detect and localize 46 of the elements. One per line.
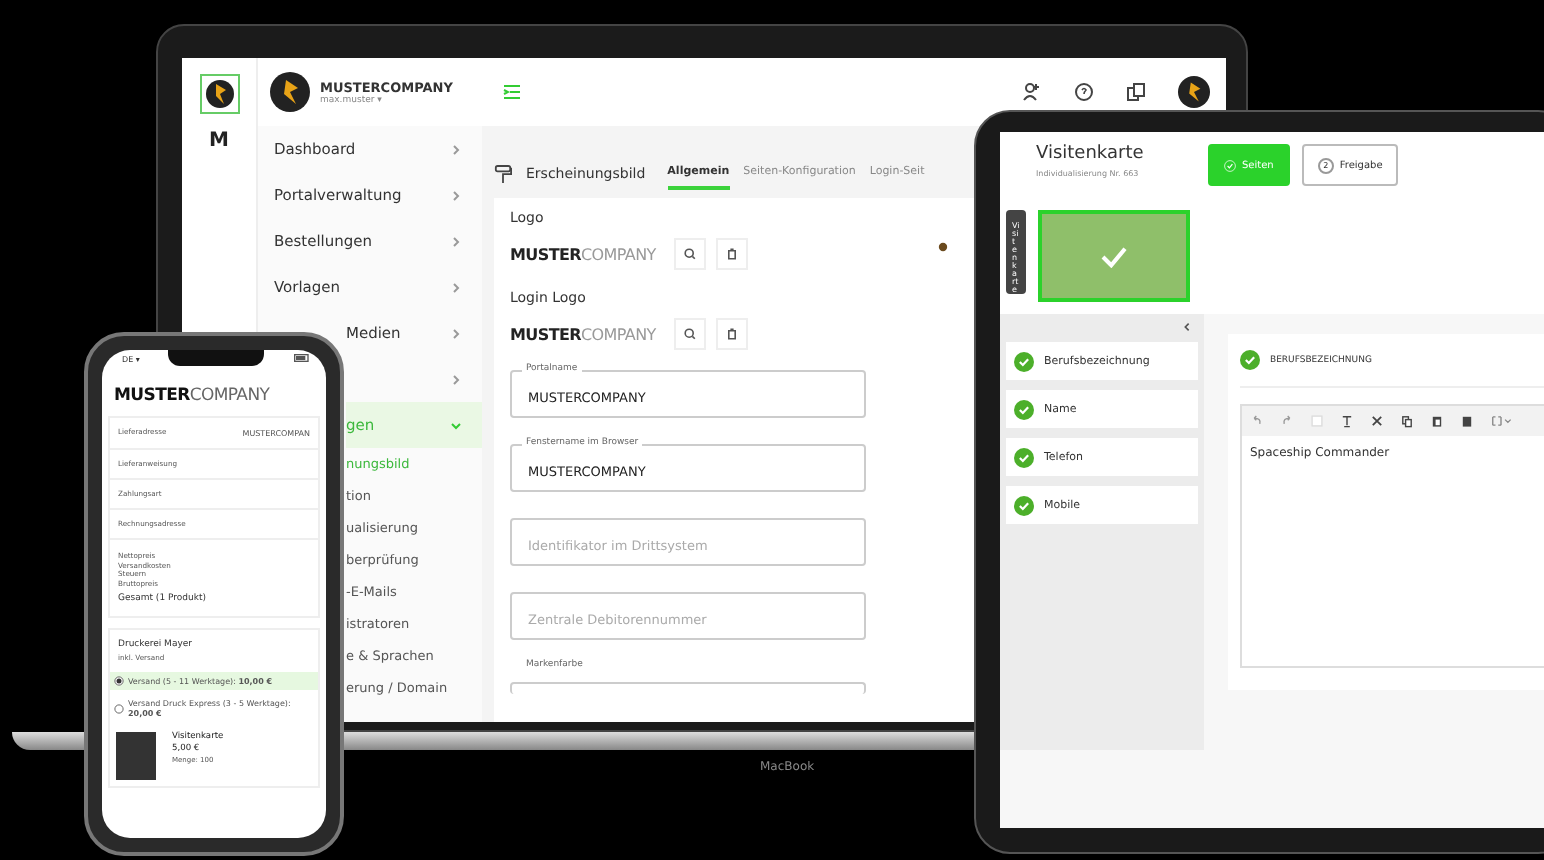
- placeholder-dropdown-icon[interactable]: [1490, 414, 1512, 428]
- brand-logo: M: [209, 130, 229, 152]
- color-swatch-icon[interactable]: [1310, 414, 1324, 428]
- chevron-icon: [450, 419, 462, 431]
- battery-icon: [293, 354, 310, 362]
- collapse-icon[interactable]: [1182, 322, 1192, 332]
- clear-format-icon[interactable]: [1340, 414, 1354, 428]
- radio-button[interactable]: [114, 676, 124, 686]
- chevron-icon: [450, 373, 462, 385]
- card-preview-thumbnail[interactable]: [1038, 210, 1190, 302]
- avatar-icon[interactable]: [270, 72, 310, 112]
- phone-notch: [168, 350, 265, 366]
- chevron-icon: [450, 281, 462, 293]
- chevron-icon: [450, 235, 462, 247]
- radio-button[interactable]: [114, 703, 124, 713]
- company-logo: MUSTERCOMPANY: [510, 245, 656, 263]
- cut-icon[interactable]: [1370, 414, 1384, 428]
- search-icon: [681, 326, 698, 342]
- chevron-icon: [450, 327, 462, 339]
- logo-thumbnail-icon: [937, 241, 948, 251]
- checkmark-icon: [1100, 245, 1128, 267]
- chevron-icon: [450, 143, 462, 155]
- avatar-icon[interactable]: [1178, 76, 1210, 108]
- menu-toggle-icon[interactable]: [502, 82, 522, 102]
- photo-placeholder: [116, 732, 156, 780]
- paste-text-icon[interactable]: [1460, 414, 1474, 428]
- avatar-icon[interactable]: [199, 74, 239, 114]
- copy-icon[interactable]: [1400, 414, 1414, 428]
- delete-button[interactable]: [715, 238, 748, 270]
- company-logo: MUSTERCOMPANY: [510, 325, 656, 343]
- paint-roller-icon: [494, 163, 512, 185]
- trash-icon: [723, 246, 740, 262]
- chevron-icon: [450, 189, 462, 201]
- trash-icon: [723, 326, 740, 342]
- text-field[interactable]: [510, 681, 866, 693]
- search-button[interactable]: [673, 238, 706, 270]
- company-logo: MUSTERCOMPANY: [112, 384, 272, 410]
- search-button[interactable]: [673, 318, 706, 350]
- delete-button[interactable]: [715, 318, 748, 350]
- copy-icon[interactable]: [1126, 82, 1146, 102]
- search-icon: [681, 246, 698, 262]
- paste-icon[interactable]: [1430, 414, 1444, 428]
- help-icon[interactable]: [1074, 82, 1094, 102]
- page-title: Visitenkarte: [1036, 144, 1146, 164]
- check-icon: [1224, 159, 1236, 171]
- users-icon[interactable]: [1022, 82, 1042, 102]
